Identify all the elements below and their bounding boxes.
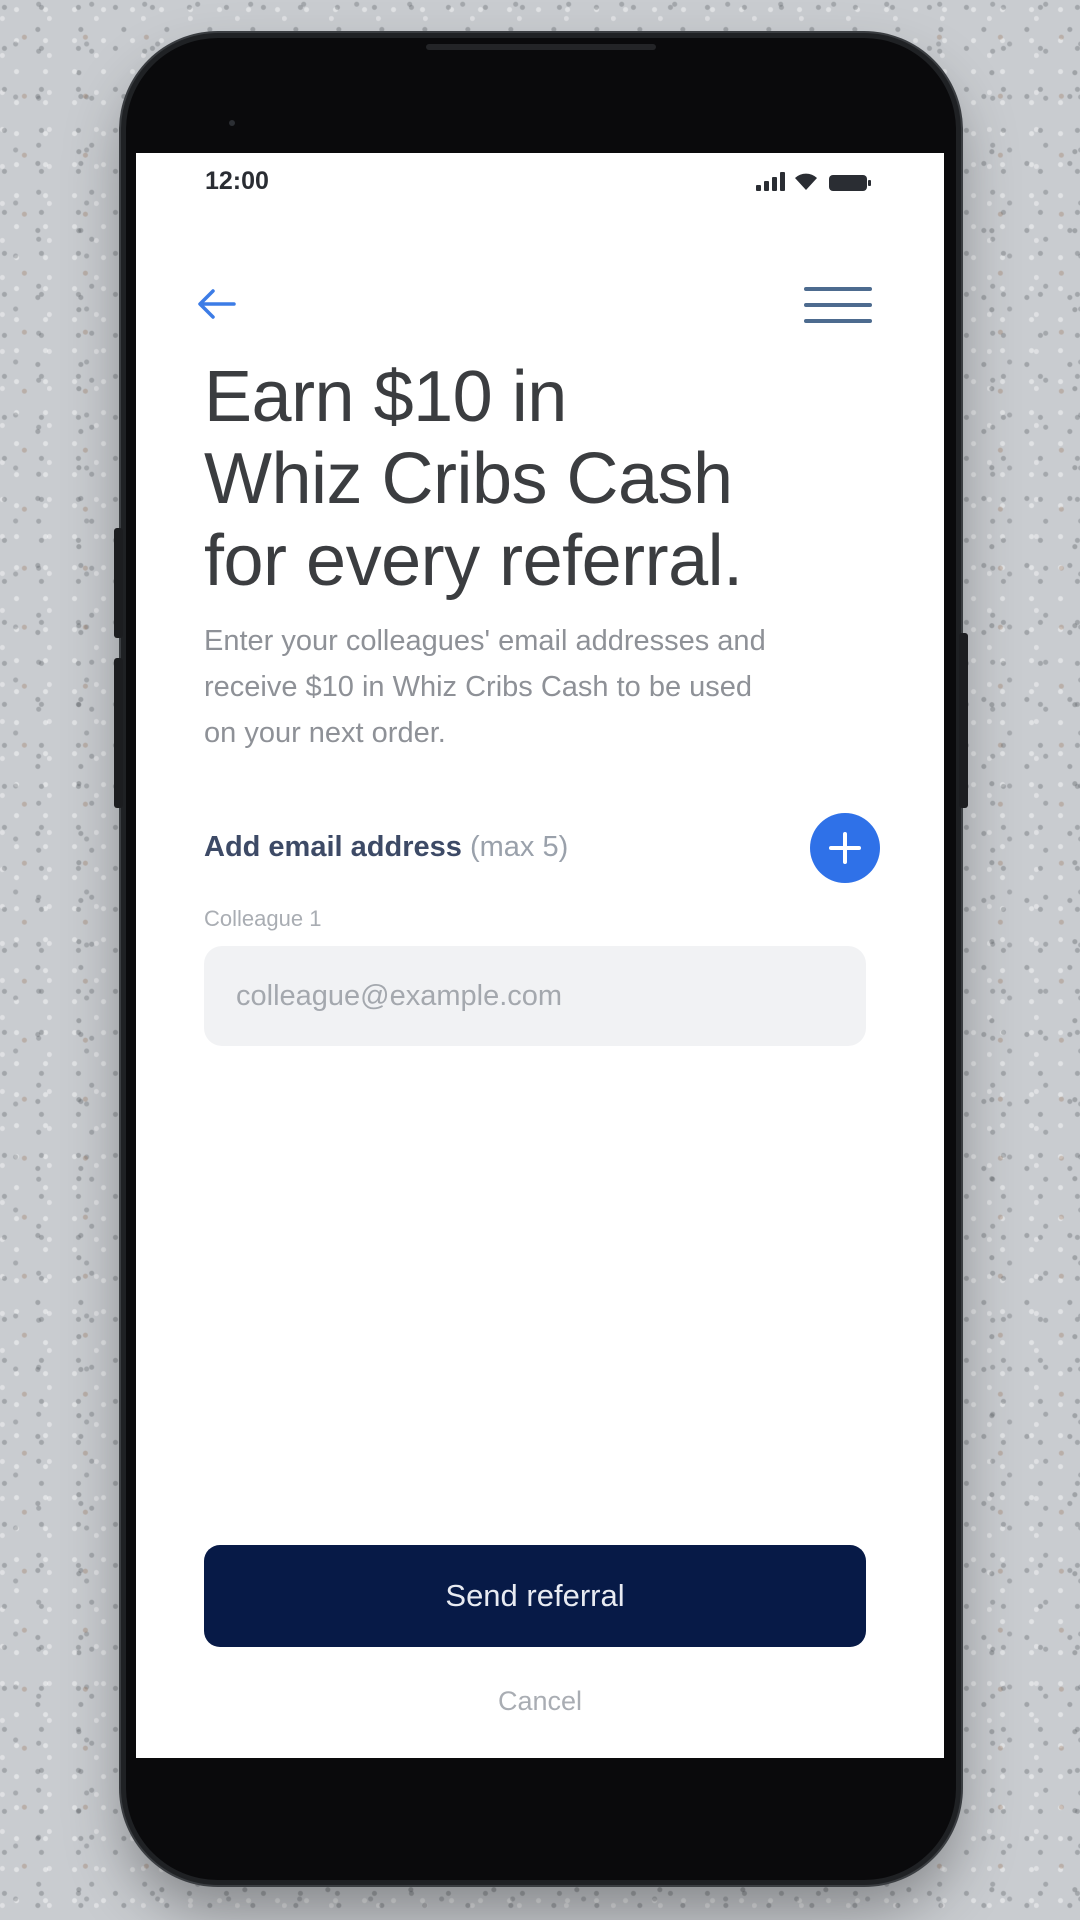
top-navigation [136,263,944,343]
battery-icon [829,175,871,191]
menu-button[interactable] [804,283,872,327]
wifi-icon [795,173,817,190]
arrow-left-icon [198,289,236,319]
front-camera [229,120,235,126]
status-bar: 12:00 [136,153,944,209]
plus-icon [829,832,861,864]
add-email-button[interactable] [810,813,880,883]
app-screen: 12:00 Earn $10 in Whiz Cribs Cash for ev… [136,153,944,1758]
back-button[interactable] [196,287,244,327]
title-line-2: Whiz Cribs Cash [204,439,733,519]
colleague-1-label: Colleague 1 [204,906,322,931]
description-line-3: on your next order. [204,717,446,749]
add-email-row: Add email address (max 5) [204,813,880,883]
description-line-1: Enter your colleagues' email addresses a… [204,625,766,657]
cellular-signal-icon [756,171,785,191]
power-button [959,633,968,808]
speaker-grille [426,44,656,50]
add-email-label: Add email address (max 5) [204,831,568,864]
send-referral-button[interactable]: Send referral [204,1545,866,1647]
hamburger-menu-icon [804,287,872,291]
colleague-1-email-input[interactable] [204,946,866,1046]
page-description: Enter your colleagues' email addresses a… [204,618,884,756]
status-icons [756,171,871,191]
add-email-text: Add email address [204,831,462,863]
volume-down-button [114,658,123,808]
title-line-1: Earn $10 in [204,357,567,437]
status-time: 12:00 [205,167,269,195]
title-line-3: for every referral. [204,521,743,601]
cancel-link[interactable]: Cancel [136,1686,944,1717]
description-line-2: receive $10 in Whiz Cribs Cash to be use… [204,671,753,703]
page-title: Earn $10 in Whiz Cribs Cash for every re… [204,356,884,602]
volume-up-button [114,528,123,638]
max-emails-hint: (max 5) [469,831,569,863]
